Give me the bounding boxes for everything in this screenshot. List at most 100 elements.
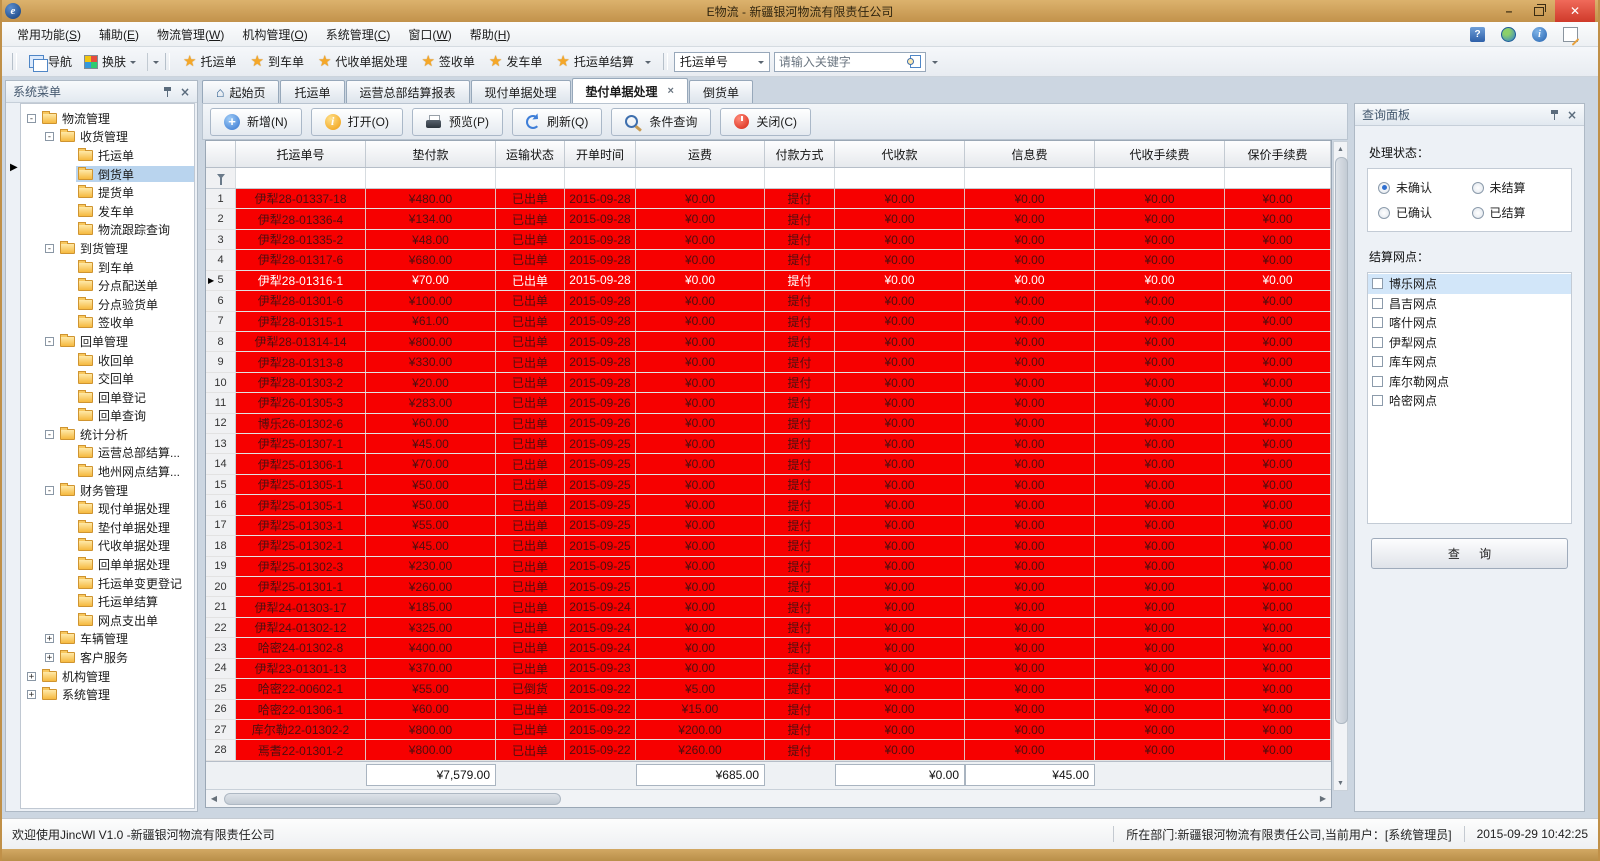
column-header-开单时间[interactable]: 开单时间 xyxy=(565,141,636,167)
table-row[interactable]: 22伊犁24-01302-12¥325.00已出单2015-09-24¥0.00… xyxy=(206,618,1331,638)
sidebar-item-物流跟踪查询[interactable]: 物流跟踪查询 xyxy=(21,221,194,240)
sidebar-item-收回单[interactable]: 收回单 xyxy=(21,351,194,370)
column-header-付款方式[interactable]: 付款方式 xyxy=(765,141,835,167)
site-option-喀什网点[interactable]: 喀什网点 xyxy=(1368,313,1571,333)
favorite-button-4[interactable]: ★发车单 xyxy=(482,51,549,72)
expand-icon[interactable]: + xyxy=(45,653,54,662)
table-row[interactable]: 13伊犁25-01307-1¥45.00已出单2015-09-25¥0.00提付… xyxy=(206,434,1331,454)
sidebar-item-到车单[interactable]: 到车单 xyxy=(21,258,194,277)
horizontal-scrollbar[interactable]: ◀ ▶ xyxy=(206,789,1331,807)
column-header-信息费[interactable]: 信息费 xyxy=(965,141,1095,167)
scroll-down-icon[interactable]: ▼ xyxy=(1334,776,1347,790)
column-header-运费[interactable]: 运费 xyxy=(636,141,765,167)
tab-倒货单[interactable]: 倒货单 xyxy=(689,80,753,103)
menu-item-1[interactable]: 辅助(E) xyxy=(90,22,148,47)
table-row[interactable]: 12博乐26-01302-6¥60.00已出单2015-09-26¥0.00提付… xyxy=(206,414,1331,434)
site-option-库尔勒网点[interactable]: 库尔勒网点 xyxy=(1368,372,1571,392)
table-row[interactable]: 17伊犁25-01303-1¥55.00已出单2015-09-25¥0.00提付… xyxy=(206,516,1331,536)
table-row[interactable]: 21伊犁24-01303-17¥185.00已出单2015-09-24¥0.00… xyxy=(206,597,1331,617)
sidebar-item-提货单[interactable]: 提货单 xyxy=(21,183,194,202)
radio-option-已确认[interactable]: 已确认 xyxy=(1378,204,1468,221)
close-icon[interactable]: × xyxy=(180,86,190,98)
sidebar-item-发车单[interactable]: 发车单 xyxy=(21,202,194,221)
globe-icon[interactable] xyxy=(1501,27,1516,42)
filter-cell-保价手续费[interactable] xyxy=(1225,168,1331,188)
favorite-button-5[interactable]: ★托运单结算 xyxy=(549,51,640,72)
table-row[interactable]: 3伊犁28-01335-2¥48.00已出单2015-09-28¥0.00提付¥… xyxy=(206,230,1331,250)
table-row[interactable]: 16伊犁25-01305-1¥50.00已出单2015-09-25¥0.00提付… xyxy=(206,495,1331,515)
tab-现付单据处理[interactable]: 现付单据处理 xyxy=(471,80,571,103)
tab-close-icon[interactable]: × xyxy=(668,85,674,97)
action-button-刷新(Q)[interactable]: 刷新(Q) xyxy=(512,108,602,136)
menu-item-5[interactable]: 窗口(W) xyxy=(399,22,460,47)
column-header-代收手续费[interactable]: 代收手续费 xyxy=(1095,141,1225,167)
expand-icon[interactable]: + xyxy=(27,672,36,681)
collapse-icon[interactable]: - xyxy=(45,132,54,141)
favorite-button-2[interactable]: ★代收单据处理 xyxy=(311,51,414,72)
filter-cell-开单时间[interactable] xyxy=(565,168,636,188)
site-option-库车网点[interactable]: 库车网点 xyxy=(1368,352,1571,372)
sidebar-item-回单查询[interactable]: 回单查询 xyxy=(21,407,194,426)
menu-item-4[interactable]: 系统管理(C) xyxy=(317,22,400,47)
sidebar-item-倒货单[interactable]: 倒货单 xyxy=(21,165,194,184)
table-row[interactable]: 15伊犁25-01305-1¥50.00已出单2015-09-25¥0.00提付… xyxy=(206,475,1331,495)
site-option-哈密网点[interactable]: 哈密网点 xyxy=(1368,391,1571,411)
query-button[interactable]: 查 询 xyxy=(1371,538,1568,569)
sidebar-item-分点配送单[interactable]: 分点配送单 xyxy=(21,276,194,295)
scroll-left-icon[interactable]: ◀ xyxy=(206,790,222,806)
menu-item-6[interactable]: 帮助(H) xyxy=(461,22,520,47)
sidebar-item-机构管理[interactable]: +机构管理 xyxy=(21,667,194,686)
close-button[interactable]: ✕ xyxy=(1555,0,1595,22)
minimize-button[interactable]: – xyxy=(1495,0,1523,22)
sidebar-item-统计分析[interactable]: -统计分析 xyxy=(21,425,194,444)
favorite-button-3[interactable]: ★签收单 xyxy=(414,51,481,72)
site-option-伊犁网点[interactable]: 伊犁网点 xyxy=(1368,333,1571,353)
nav-button[interactable]: 导航 xyxy=(23,50,78,73)
collapse-icon[interactable]: - xyxy=(27,114,36,123)
sidebar-item-网点支出单[interactable]: 网点支出单 xyxy=(21,611,194,630)
filter-cell-运费[interactable] xyxy=(636,168,765,188)
table-row[interactable]: 25哈密22-00602-1¥55.00已倒货2015-09-22¥5.00提付… xyxy=(206,679,1331,699)
sidebar-item-托运单变更登记[interactable]: 托运单变更登记 xyxy=(21,574,194,593)
column-header-运输状态[interactable]: 运输状态 xyxy=(496,141,565,167)
collapse-icon[interactable]: - xyxy=(45,430,54,439)
table-row[interactable]: 5伊犁28-01316-1¥70.00已出单2015-09-28¥0.00提付¥… xyxy=(206,271,1331,291)
sidebar-item-托运单[interactable]: 托运单 xyxy=(21,146,194,165)
tab-托运单[interactable]: 托运单 xyxy=(280,80,344,103)
sidebar-item-回单单据处理[interactable]: 回单单据处理 xyxy=(21,555,194,574)
sidebar-item-回单管理[interactable]: -回单管理 xyxy=(21,332,194,351)
sidebar-item-收货管理[interactable]: -收货管理 xyxy=(21,128,194,147)
site-option-博乐网点[interactable]: 博乐网点 xyxy=(1368,274,1571,294)
site-option-昌吉网点[interactable]: 昌吉网点 xyxy=(1368,294,1571,314)
pin-icon[interactable] xyxy=(164,87,171,97)
table-row[interactable]: 11伊犁26-01305-3¥283.00已出单2015-09-26¥0.00提… xyxy=(206,393,1331,413)
wizard-icon[interactable] xyxy=(1563,27,1578,42)
sidebar-item-财务管理[interactable]: -财务管理 xyxy=(21,481,194,500)
tab-起始页[interactable]: ⌂起始页 xyxy=(202,80,279,103)
sidebar-item-交回单[interactable]: 交回单 xyxy=(21,369,194,388)
table-row[interactable]: 26哈密22-01306-1¥60.00已出单2015-09-22¥15.00提… xyxy=(206,700,1331,720)
tab-垫付单据处理[interactable]: 垫付单据处理× xyxy=(572,78,688,103)
action-button-条件查询[interactable]: 条件查询 xyxy=(611,108,711,136)
filter-cell-托运单号[interactable] xyxy=(236,168,366,188)
sidebar-item-客户服务[interactable]: +客户服务 xyxy=(21,648,194,667)
sidebar-item-运营总部结算...[interactable]: 运营总部结算... xyxy=(21,444,194,463)
sidebar-item-物流管理[interactable]: -物流管理 xyxy=(21,109,194,128)
sidebar-item-垫付单据处理[interactable]: 垫付单据处理 xyxy=(21,518,194,537)
search-input[interactable]: 请输入关键字 xyxy=(774,52,926,72)
scroll-up-icon[interactable]: ▲ xyxy=(1334,142,1347,156)
menu-item-0[interactable]: 常用功能(S) xyxy=(8,22,90,47)
scroll-right-icon[interactable]: ▶ xyxy=(1315,790,1331,806)
sidebar-item-回单登记[interactable]: 回单登记 xyxy=(21,388,194,407)
expand-icon[interactable]: + xyxy=(45,634,54,643)
sidebar-item-代收单据处理[interactable]: 代收单据处理 xyxy=(21,537,194,556)
menu-item-2[interactable]: 物流管理(W) xyxy=(148,22,233,47)
radio-option-未确认[interactable]: 未确认 xyxy=(1378,179,1468,196)
help-book-icon[interactable]: ? xyxy=(1470,27,1485,42)
search-field-select[interactable]: 托运单号 xyxy=(674,52,770,72)
table-row[interactable]: 24伊犁23-01301-13¥370.00已出单2015-09-23¥0.00… xyxy=(206,659,1331,679)
sidebar-item-车辆管理[interactable]: +车辆管理 xyxy=(21,630,194,649)
sidebar-item-分点验货单[interactable]: 分点验货单 xyxy=(21,295,194,314)
favorite-button-1[interactable]: ★到车单 xyxy=(244,51,311,72)
table-row[interactable]: 9伊犁28-01313-8¥330.00已出单2015-09-28¥0.00提付… xyxy=(206,352,1331,372)
